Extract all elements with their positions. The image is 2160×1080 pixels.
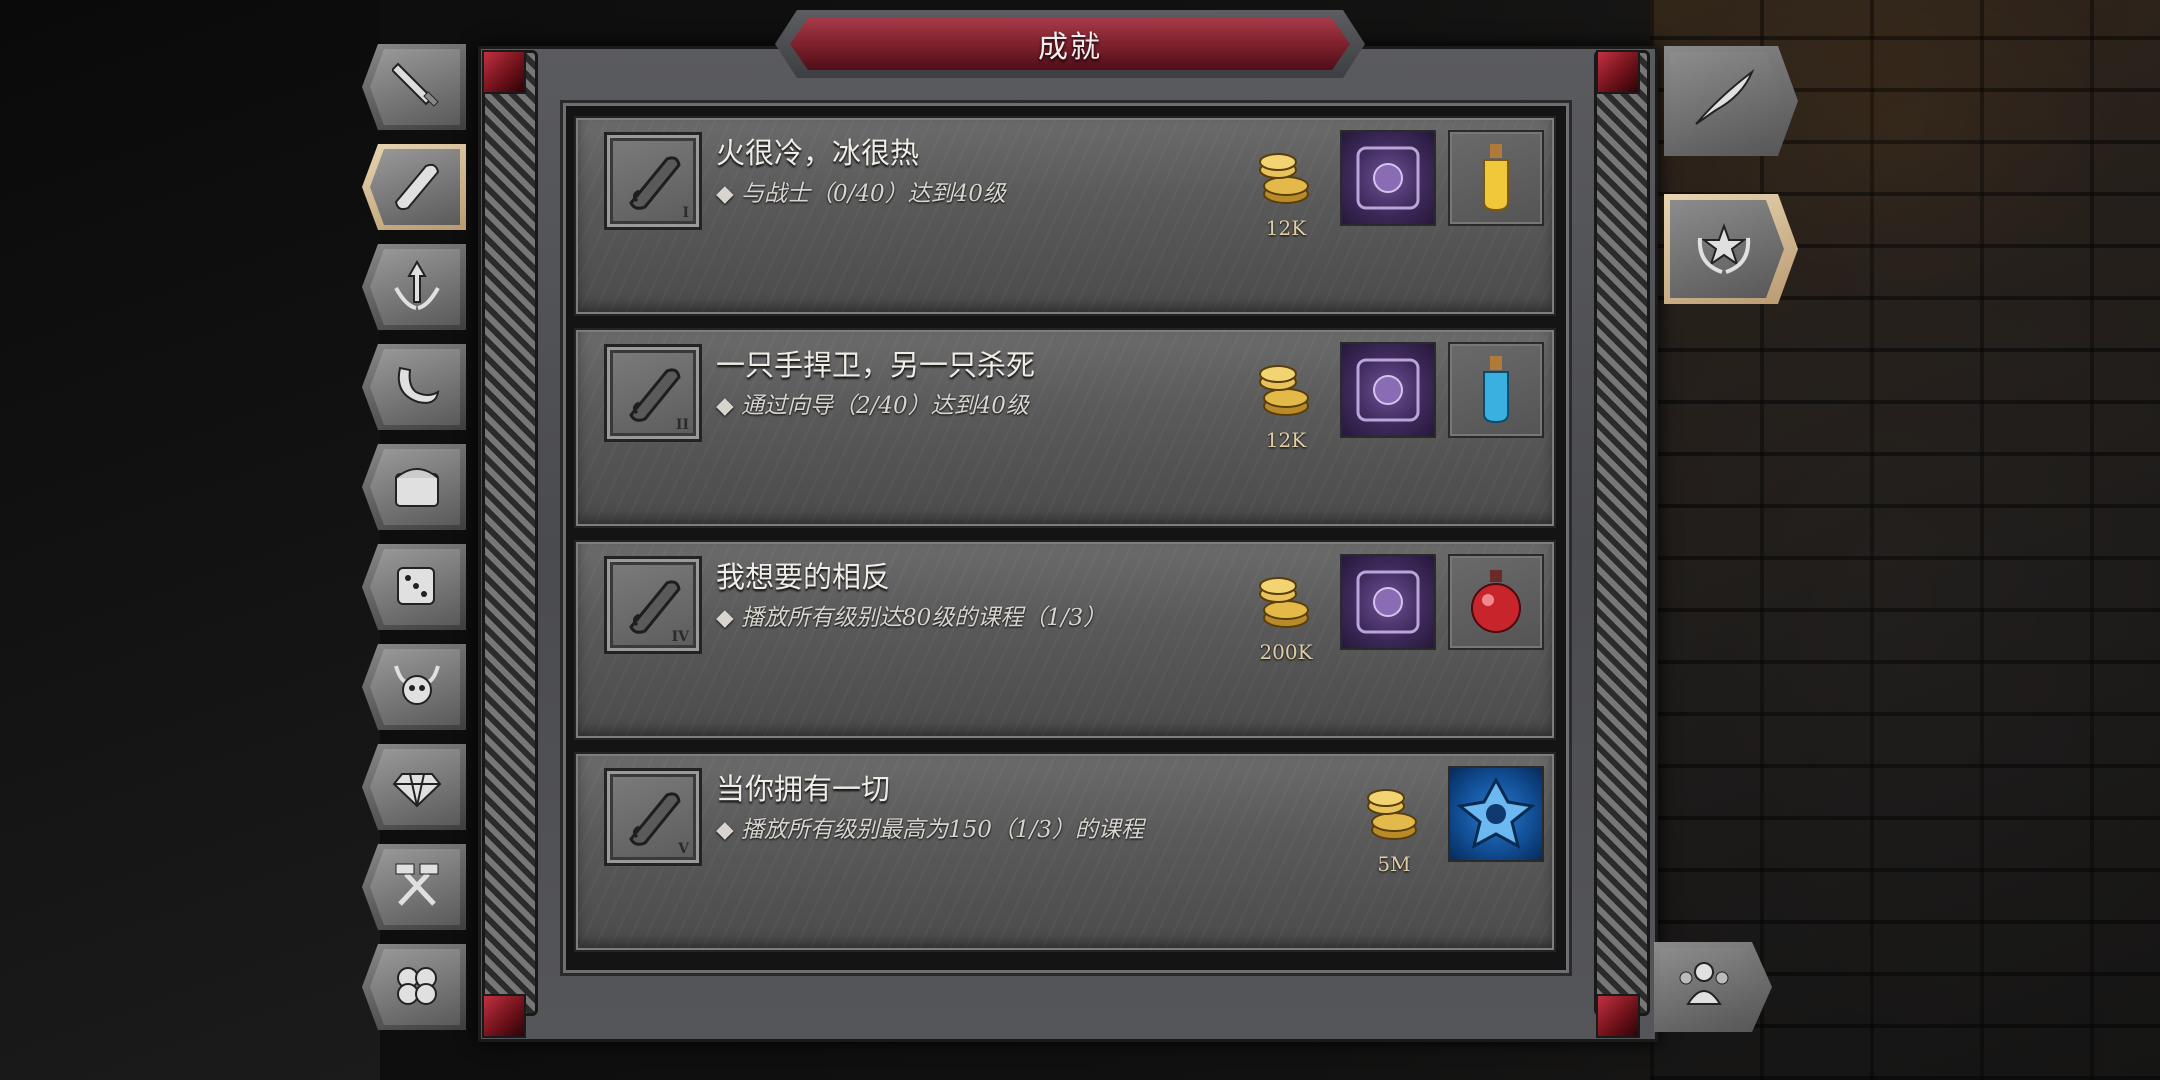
achievement-title: 我想要的相反 bbox=[716, 560, 891, 594]
tab-achievements[interactable] bbox=[362, 144, 466, 230]
achievement-card[interactable]: II 一只手捍卫，另一只杀死 ◆ 通过向导（2/40）达到40级 12K bbox=[574, 328, 1556, 528]
sword-icon bbox=[392, 62, 439, 107]
scroll-rank-icon: V bbox=[604, 768, 702, 866]
gold-coins-icon bbox=[1367, 789, 1417, 840]
red-potion-icon bbox=[1471, 570, 1521, 633]
clover-icon bbox=[397, 967, 437, 1005]
tab-luck[interactable] bbox=[362, 944, 466, 1030]
hammers-icon bbox=[395, 863, 439, 906]
corner-ornament-top-right bbox=[1596, 50, 1640, 94]
panel-title: 成就 bbox=[790, 18, 1350, 70]
left-celtic-border bbox=[482, 50, 538, 1016]
horned-skull-icon bbox=[394, 665, 440, 705]
reward-potion[interactable] bbox=[1448, 554, 1544, 650]
tab-journal[interactable] bbox=[1664, 46, 1798, 156]
gold-amount: 200K bbox=[1259, 640, 1313, 664]
achievement-title: 一只手捍卫，另一只杀死 bbox=[716, 348, 1036, 382]
background-left bbox=[0, 0, 380, 1080]
tab-levelup[interactable] bbox=[362, 244, 466, 330]
dice-icon bbox=[397, 567, 435, 605]
gold-reward: 12K bbox=[1250, 352, 1322, 452]
gem-icon bbox=[392, 773, 442, 808]
corner-ornament-top-left bbox=[482, 50, 526, 94]
tab-inventory[interactable] bbox=[362, 444, 466, 530]
achievement-card[interactable]: I 火很冷，冰很热 ◆ 与战士（0/40）达到40级 12K bbox=[574, 116, 1556, 316]
tab-honors[interactable] bbox=[1664, 194, 1798, 304]
gold-coins-icon bbox=[1259, 577, 1309, 628]
gold-amount: 12K bbox=[1265, 428, 1307, 452]
reward-cube[interactable] bbox=[1340, 130, 1436, 226]
achievement-requirement: ◆ 播放所有级别达80级的课程（1/3） bbox=[716, 605, 1107, 631]
tab-horn[interactable] bbox=[362, 344, 466, 430]
gold-reward: 5M bbox=[1358, 776, 1430, 876]
tab-crafting[interactable] bbox=[362, 844, 466, 930]
achievement-requirement: ◆ 通过向导（2/40）达到40级 bbox=[716, 393, 1029, 419]
horn-icon bbox=[397, 366, 440, 404]
tab-social[interactable] bbox=[1654, 942, 1772, 1032]
winged-arrow-icon bbox=[394, 259, 440, 310]
cube-icon bbox=[1356, 570, 1420, 634]
tab-gems[interactable] bbox=[362, 744, 466, 830]
gold-amount: 12K bbox=[1265, 216, 1307, 240]
corner-ornament-bottom-left bbox=[482, 994, 526, 1038]
scroll-rank-icon: IV bbox=[604, 556, 702, 654]
achievement-card[interactable]: IV 我想要的相反 ◆ 播放所有级别达80级的课程（1/3） 200K bbox=[574, 540, 1556, 740]
quill-icon bbox=[1692, 66, 1756, 130]
achievement-card[interactable]: V 当你拥有一切 ◆ 播放所有级别最高为150（1/3）的课程 5M bbox=[574, 752, 1556, 952]
rank-numeral: IV bbox=[671, 629, 689, 645]
gold-coins-icon bbox=[1259, 365, 1309, 416]
tab-combat[interactable] bbox=[362, 44, 466, 130]
achievement-requirement: ◆ 播放所有级别最高为150（1/3）的课程 bbox=[716, 817, 1144, 843]
chest-icon bbox=[395, 468, 439, 507]
scroll-rank-icon: II bbox=[604, 344, 702, 442]
rank-numeral: I bbox=[682, 205, 689, 221]
reward-cube[interactable] bbox=[1340, 342, 1436, 438]
reward-potion[interactable] bbox=[1448, 130, 1544, 226]
reward-cube[interactable] bbox=[1340, 554, 1436, 650]
rank-numeral: V bbox=[678, 841, 689, 857]
blue-potion-icon bbox=[1483, 356, 1509, 424]
achievement-title: 火很冷，冰很热 bbox=[716, 136, 920, 170]
corner-ornament-bottom-right bbox=[1596, 994, 1640, 1038]
achievement-requirement: ◆ 与战士（0/40）达到40级 bbox=[716, 181, 1006, 207]
rank-numeral: II bbox=[675, 417, 689, 433]
gold-coins-icon bbox=[1259, 153, 1309, 204]
scroll-icon bbox=[394, 163, 440, 211]
cube-icon bbox=[1356, 146, 1420, 210]
background-dungeon-wall bbox=[1650, 0, 2160, 1080]
tab-gamble[interactable] bbox=[362, 544, 466, 630]
cube-icon bbox=[1356, 358, 1420, 422]
reward-rune[interactable] bbox=[1448, 766, 1544, 862]
gold-amount: 5M bbox=[1377, 852, 1411, 876]
reward-potion[interactable] bbox=[1448, 342, 1544, 438]
yellow-potion-icon bbox=[1483, 144, 1509, 212]
blue-rune-icon bbox=[1456, 776, 1536, 849]
gold-reward: 12K bbox=[1250, 140, 1322, 240]
scroll-rank-icon: I bbox=[604, 132, 702, 230]
achievement-title: 当你拥有一切 bbox=[716, 772, 891, 806]
laurel-star-icon bbox=[1692, 214, 1756, 278]
gold-reward: 200K bbox=[1250, 564, 1322, 664]
tab-monsters[interactable] bbox=[362, 644, 466, 730]
group-icon bbox=[1672, 958, 1736, 1010]
right-celtic-border bbox=[1594, 50, 1650, 1016]
